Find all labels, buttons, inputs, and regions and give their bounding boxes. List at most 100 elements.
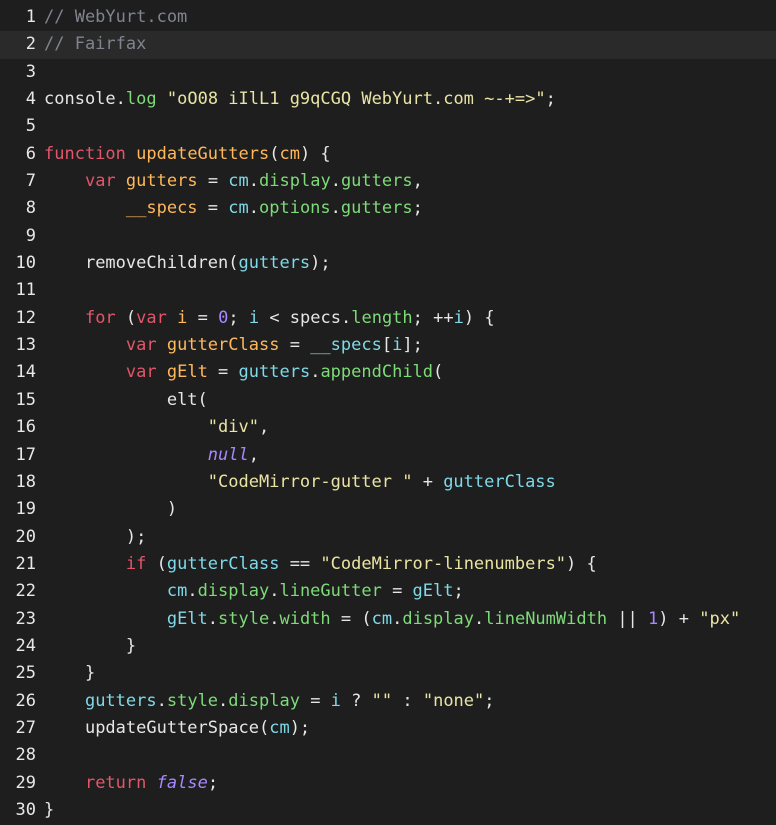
code-line[interactable]: 4 console.log "oO08 iIlL1 g9qCGQ WebYurt.…: [0, 86, 776, 113]
code-token: ==: [279, 553, 321, 574]
line-number: 10: [15, 253, 36, 274]
line-number: 12: [15, 307, 36, 328]
code-line[interactable]: 24 }: [0, 633, 776, 660]
code-line[interactable]: 5: [0, 113, 776, 140]
code-token: display: [402, 608, 474, 629]
code-line[interactable]: 1 // WebYurt.com: [0, 4, 776, 31]
code-token: (: [269, 143, 280, 164]
code-text: removeChildren(gutters);: [44, 250, 331, 277]
line-number: 9: [25, 225, 36, 246]
code-token: false: [156, 772, 208, 793]
code-line[interactable]: 28: [0, 742, 776, 769]
code-line[interactable]: 8 __specs = cm.options.gutters;: [0, 195, 776, 222]
code-token: width: [279, 608, 331, 629]
code-token: __specs: [125, 198, 198, 219]
code-line[interactable]: 26 gutters.style.display = i ? "" : "non…: [0, 688, 776, 715]
code-token: i: [453, 307, 464, 328]
line-number: 18: [15, 471, 36, 492]
code-line[interactable]: 2 // Fairfax: [0, 31, 776, 59]
code-token: updateGutterSpace: [84, 717, 259, 738]
line-number: 17: [15, 444, 36, 465]
code-token: .: [187, 581, 198, 602]
code-token: cm: [371, 608, 393, 629]
line-number: 26: [15, 690, 36, 711]
code-text: elt(: [44, 387, 208, 414]
code-token: "none": [422, 690, 485, 711]
code-token: i: [248, 307, 260, 328]
code-line[interactable]: 22 cm.display.lineGutter = gElt;: [0, 578, 776, 605]
code-line[interactable]: 13 var gutterClass = __specs[i];: [0, 332, 776, 359]
code-line[interactable]: 3: [0, 59, 776, 86]
code-text: // Fairfax: [44, 31, 146, 58]
code-line[interactable]: 17 null,: [0, 442, 776, 469]
code-token: (: [115, 307, 137, 328]
code-line[interactable]: 11: [0, 277, 776, 304]
code-token: display: [228, 690, 300, 711]
code-text: var gutterClass = __specs[i];: [44, 332, 423, 359]
code-token: gElt: [166, 608, 208, 629]
code-token: 1: [648, 608, 659, 629]
code-token: style: [218, 608, 270, 629]
code-token: options: [259, 198, 331, 219]
code-line[interactable]: 15 elt(: [0, 387, 776, 414]
code-token: var: [84, 171, 116, 192]
code-token: removeChildren: [84, 253, 229, 274]
code-line[interactable]: 10 removeChildren(gutters);: [0, 250, 776, 277]
code-line[interactable]: 25 }: [0, 660, 776, 687]
code-line[interactable]: 14 var gElt = gutters.appendChild(: [0, 359, 776, 386]
code-line[interactable]: 7 var gutters = cm.display.gutters,: [0, 168, 776, 195]
code-line[interactable]: 21 if (gutterClass == "CodeMirror-linenu…: [0, 551, 776, 578]
line-number: 25: [15, 663, 36, 684]
code-token: :: [392, 690, 423, 711]
code-line[interactable]: 9: [0, 223, 776, 250]
code-line[interactable]: 29 return false;: [0, 770, 776, 797]
code-line[interactable]: 30}: [0, 797, 776, 824]
code-token: gutters: [84, 690, 157, 711]
code-line[interactable]: 19 ): [0, 496, 776, 523]
code-line[interactable]: 27 updateGutterSpace(cm);: [0, 715, 776, 742]
code-line[interactable]: 20 );: [0, 524, 776, 551]
code-line[interactable]: 23 gElt.style.width = (cm.display.lineNu…: [0, 606, 776, 633]
line-number: 27: [15, 717, 36, 738]
code-text: cm.display.lineGutter = gElt;: [44, 578, 464, 605]
line-number: 19: [15, 499, 36, 520]
code-text: return false;: [44, 770, 218, 797]
code-token: i: [177, 307, 188, 328]
code-token: ,: [412, 171, 423, 192]
code-token: ;: [207, 772, 219, 793]
code-token: }: [44, 799, 55, 820]
code-line[interactable]: 12 for (var i = 0; i < specs.length; ++i…: [0, 305, 776, 332]
code-line[interactable]: 6 function updateGutters(cm) {: [0, 141, 776, 168]
code-token: cm: [269, 717, 290, 738]
code-token: var: [136, 307, 167, 328]
code-token: .: [156, 690, 167, 711]
code-token: =: [207, 362, 239, 383]
code-token: ): [166, 499, 178, 520]
code-text: ): [44, 496, 177, 523]
code-line[interactable]: 18 "CodeMirror-gutter " + gutterClass: [0, 469, 776, 496]
code-token: lineGutter: [279, 581, 382, 602]
code-text: console.log "oO08 iIlL1 g9qCGQ WebYurt.c…: [44, 86, 556, 113]
line-number: 28: [15, 745, 36, 766]
code-line[interactable]: 16 "div",: [0, 414, 776, 441]
code-editor[interactable]: 1 // WebYurt.com 2 // Fairfax 3 4 console.log …: [0, 0, 776, 825]
line-number: 2: [25, 34, 36, 55]
code-token: "CodeMirror-gutter ": [207, 471, 413, 492]
line-number: 7: [25, 171, 36, 192]
code-token: cm: [279, 143, 300, 164]
line-number: 13: [15, 335, 36, 356]
code-token: ) {: [299, 143, 331, 164]
code-token: (: [228, 253, 239, 274]
code-text: }: [44, 797, 54, 824]
